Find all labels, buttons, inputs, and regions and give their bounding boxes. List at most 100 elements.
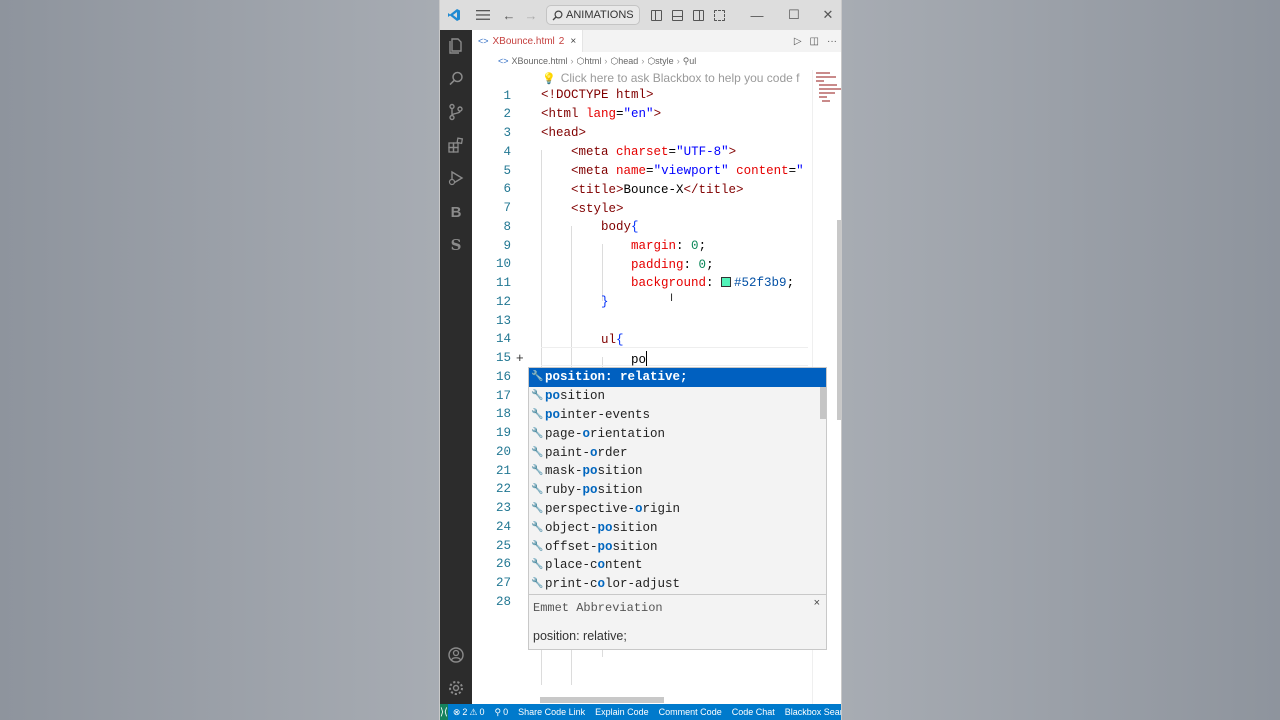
snippets-icon[interactable]: S xyxy=(440,229,472,261)
settings-gear-icon[interactable] xyxy=(440,672,472,704)
line-number: 14 xyxy=(495,332,511,347)
wrench-icon: 🔧 xyxy=(531,372,544,384)
suggestion-item[interactable]: 🔧 place-content xyxy=(529,556,826,575)
wrench-icon: 🔧 xyxy=(531,579,544,591)
minimize-button[interactable]: — xyxy=(739,0,775,30)
suggestion-label: print-color-adjust xyxy=(545,577,681,592)
wrench-icon: 🔧 xyxy=(531,428,544,440)
activity-bar: B S xyxy=(440,30,472,704)
suggestions-scrollbar[interactable] xyxy=(820,387,826,419)
tab-filename: XBounce.html xyxy=(492,35,555,47)
tab-close-icon[interactable]: × xyxy=(570,36,576,47)
status-share-code-link[interactable]: Share Code Link xyxy=(513,707,590,717)
account-icon[interactable] xyxy=(440,639,472,671)
wrench-icon: 🔧 xyxy=(531,466,544,478)
warning-icon: ⚠ xyxy=(469,706,478,717)
status-explain-code[interactable]: Explain Code xyxy=(590,707,654,717)
suggestion-item[interactable]: 🔧 object-position xyxy=(529,518,826,537)
run-debug-icon[interactable] xyxy=(440,162,472,194)
vertical-scrollbar[interactable] xyxy=(837,220,841,420)
suggestion-item[interactable]: 🔧 position xyxy=(529,387,826,406)
error-icon: ⊗ xyxy=(452,706,461,717)
suggestion-label: position: relative; xyxy=(545,370,688,385)
blackbox-icon[interactable]: B xyxy=(440,196,472,228)
source-control-icon[interactable] xyxy=(440,96,472,128)
remote-indicator-icon[interactable]: ⟩⟨ xyxy=(440,704,448,720)
suggestion-item[interactable]: 🔧 perspective-origin xyxy=(529,500,826,519)
vscode-window: ← → ANIMATIONS — ☐ ✕ B S <> XBounce.html… xyxy=(439,0,842,720)
wrench-icon: 🔧 xyxy=(531,522,544,534)
suggestion-item[interactable]: 🔧 pointer-events xyxy=(529,406,826,425)
breadcrumb-item-head[interactable]: ⬡head xyxy=(610,56,638,67)
ports-indicator[interactable]: ⚲ 0 xyxy=(489,707,513,718)
toggle-panel-icon[interactable] xyxy=(671,9,683,21)
wrench-icon: 🔧 xyxy=(531,391,544,403)
suggestion-label: perspective-origin xyxy=(545,501,681,516)
title-bar: ← → ANIMATIONS — ☐ ✕ xyxy=(440,0,841,30)
breadcrumb-item-style[interactable]: ⬡style xyxy=(647,56,673,67)
explorer-icon[interactable] xyxy=(440,30,472,62)
suggestion-label: paint-order xyxy=(545,445,628,460)
details-close-icon[interactable]: × xyxy=(814,597,820,609)
code-line-4: <meta charset="UTF-8"> xyxy=(571,145,737,159)
code-line-7: <style> xyxy=(571,202,624,216)
suggestion-item[interactable]: 🔧 print-color-adjust xyxy=(529,575,826,594)
wrench-icon: 🔧 xyxy=(531,447,544,459)
code-line-12: } xyxy=(601,295,609,309)
autocomplete-suggestions[interactable]: 🔧 position: relative; 🔧 position 🔧 pointer-ev… xyxy=(528,367,827,595)
chevron-right-icon: › xyxy=(570,56,574,66)
breadcrumb-item-file[interactable]: XBounce.html xyxy=(512,56,568,66)
suggestion-item[interactable]: 🔧 offset-position xyxy=(529,537,826,556)
text-cursor xyxy=(646,351,648,366)
toggle-sidebar-icon[interactable] xyxy=(650,9,662,21)
color-swatch[interactable] xyxy=(721,277,732,287)
search-icon xyxy=(552,9,563,20)
status-blackbox-search[interactable]: Blackbox Searc xyxy=(780,707,841,717)
back-button[interactable]: ← xyxy=(498,0,520,30)
line-number: 3 xyxy=(503,126,511,140)
suggestion-label: position xyxy=(545,389,606,404)
split-editor-icon[interactable]: ◫ xyxy=(810,36,819,47)
maximize-button[interactable]: ☐ xyxy=(775,0,813,30)
suggestion-label: place-content xyxy=(545,558,643,573)
breadcrumb: <> XBounce.html › ⬡html › ⬡head › ⬡style… xyxy=(472,52,841,70)
suggestion-label: page-orientation xyxy=(545,426,666,441)
toggle-secondary-sidebar-icon[interactable] xyxy=(692,9,704,21)
menu-icon[interactable] xyxy=(468,0,498,30)
customize-layout-icon[interactable] xyxy=(713,9,725,21)
command-center-search[interactable]: ANIMATIONS xyxy=(546,5,640,25)
horizontal-scrollbar[interactable] xyxy=(540,697,664,703)
suggestion-item[interactable]: 🔧 paint-order xyxy=(529,443,826,462)
suggestion-item[interactable]: 🔧 ruby-position xyxy=(529,481,826,500)
run-icon[interactable]: ▷ xyxy=(794,36,802,47)
breadcrumb-item-html[interactable]: ⬡html xyxy=(577,56,602,67)
status-code-chat[interactable]: Code Chat xyxy=(727,707,780,717)
more-actions-icon[interactable]: ··· xyxy=(827,36,837,47)
code-line-15: po xyxy=(631,351,648,367)
code-line-2: <html lang="en"> xyxy=(541,107,662,121)
add-comment-icon[interactable]: + xyxy=(516,350,524,365)
suggestion-label: offset-position xyxy=(545,539,658,554)
line-number: 12 xyxy=(495,294,511,309)
close-window-button[interactable]: ✕ xyxy=(813,0,841,30)
code-line-3: <head> xyxy=(541,126,587,140)
breadcrumb-item-ul[interactable]: ⚲ul xyxy=(683,56,697,67)
forward-button[interactable]: → xyxy=(520,0,542,30)
extensions-icon[interactable] xyxy=(440,129,472,161)
lightbulb-icon: 💡 xyxy=(542,72,556,85)
tab-xbounce-html[interactable]: <> XBounce.html 2 × xyxy=(472,30,584,52)
problems-indicator[interactable]: ⊗ 2 ⚠ 0 xyxy=(448,707,490,718)
suggestion-label: pointer-events xyxy=(545,407,651,422)
code-line-9: margin: 0; xyxy=(631,239,707,253)
status-comment-code[interactable]: Comment Code xyxy=(654,707,727,717)
blackbox-hint[interactable]: 💡 Click here to ask Blackbox to help you… xyxy=(542,70,800,86)
mouse-ibeam-icon: I xyxy=(670,292,674,304)
suggestion-label: ruby-position xyxy=(545,483,643,498)
search-icon[interactable] xyxy=(440,63,472,95)
code-line-1: <!DOCTYPE html> xyxy=(541,88,654,102)
suggestion-item[interactable]: 🔧 position: relative; xyxy=(529,368,826,387)
suggestion-item[interactable]: 🔧 page-orientation xyxy=(529,424,826,443)
vscode-logo-icon xyxy=(440,0,468,30)
status-bar: ⟩⟨ ⊗ 2 ⚠ 0 ⚲ 0 Share Code Link Explain Code… xyxy=(440,704,841,720)
suggestion-item[interactable]: 🔧 mask-position xyxy=(529,462,826,481)
